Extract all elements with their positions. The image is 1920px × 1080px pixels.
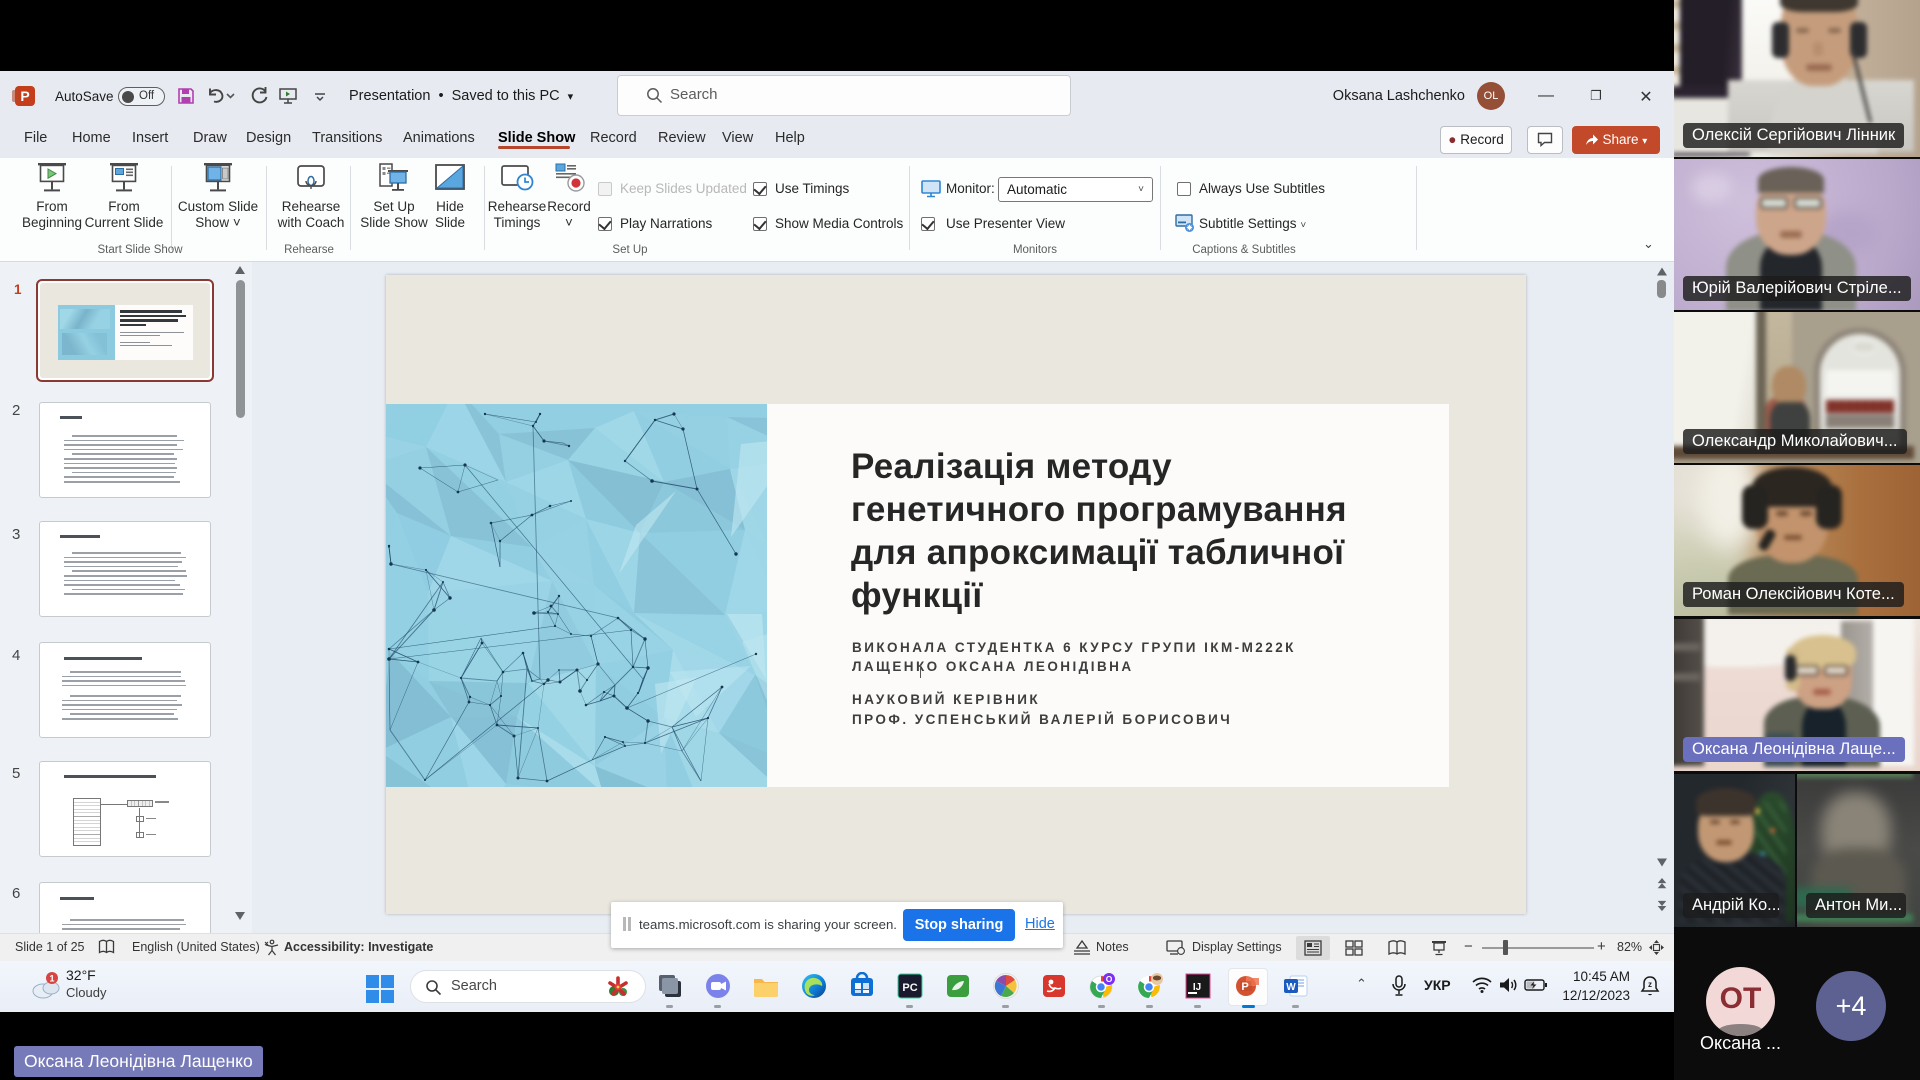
svg-text:z: z xyxy=(1648,980,1652,989)
svg-text:W: W xyxy=(1286,982,1296,993)
svg-text:1: 1 xyxy=(49,974,54,984)
svg-text:IJ: IJ xyxy=(1193,982,1201,993)
svg-text:PC: PC xyxy=(902,982,917,994)
svg-text:P: P xyxy=(1241,981,1248,993)
svg-text:O: O xyxy=(1106,974,1113,984)
